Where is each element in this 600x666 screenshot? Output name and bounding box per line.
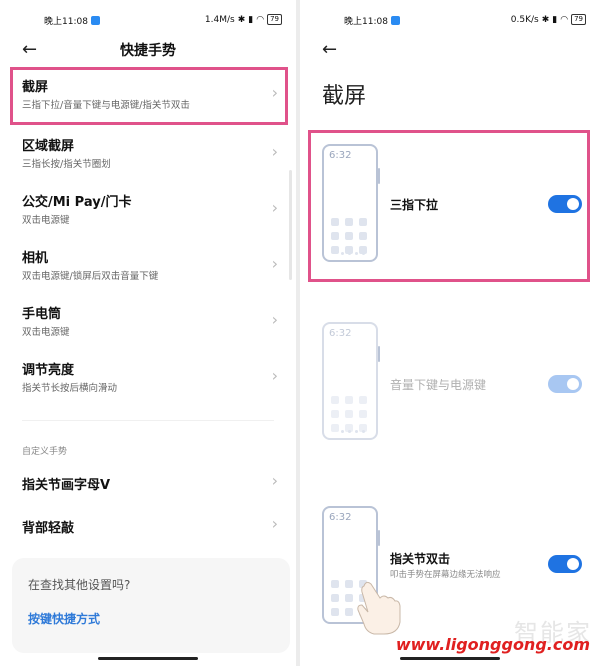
chevron-right-icon: › (271, 514, 278, 533)
brightness-item[interactable]: 调节亮度 指关节长按后横向滑动 › (12, 353, 284, 405)
network-speed: 0.5K/s (510, 14, 539, 25)
status-time: 晚上11:08 (44, 17, 88, 27)
item-title: 相机 (22, 251, 49, 266)
battery-icon: 79 (571, 14, 586, 25)
wifi-icon: ◠ (256, 14, 265, 25)
transit-card-item[interactable]: 公交/Mi Pay/门卡 双击电源键 › (12, 185, 284, 237)
phone-illustration: 6:32 (322, 322, 380, 440)
signal-icon: ▮ (552, 14, 558, 25)
other-settings-card: 在查找其他设置吗? 按键快捷方式 (12, 558, 290, 653)
knuckle-toggle[interactable] (548, 555, 582, 573)
item-subtitle: 双击电源键/锁屏后双击音量下键 (22, 271, 159, 282)
option-subtitle: 叩击手势在屏幕边缘无法响应 (390, 570, 501, 580)
item-title: 调节亮度 (22, 363, 75, 378)
signal-icon: ▮ (248, 14, 254, 25)
card-question: 在查找其他设置吗? (28, 578, 131, 592)
volume-power-toggle[interactable] (548, 375, 582, 393)
divider (22, 420, 274, 421)
back-tap-item[interactable]: 背部轻敲 › (12, 503, 284, 547)
item-subtitle: 双击电源键 (22, 215, 70, 226)
bluetooth-icon: ✱ (237, 14, 246, 25)
item-title: 背部轻敲 (22, 521, 75, 536)
battery-icon: 79 (267, 14, 282, 25)
button-shortcuts-link[interactable]: 按键快捷方式 (28, 610, 100, 627)
wifi-icon: ◠ (560, 14, 569, 25)
knuckle-v-item[interactable]: 指关节画字母V › (12, 460, 284, 504)
item-subtitle: 三指长按/指关节圈划 (22, 159, 111, 170)
bluetooth-icon: ✱ (541, 14, 550, 25)
option-label: 音量下键与电源键 (390, 378, 487, 392)
network-speed: 1.4M/s (204, 14, 235, 25)
home-indicator (98, 657, 198, 660)
back-arrow-icon[interactable]: ← (322, 40, 337, 60)
gesture-shortcuts-screen: 晚上11:08 1.4M/s ✱ ▮ ◠ 79 ← 快捷手势 截屏 三指下拉/音… (0, 0, 296, 666)
page-title: 截屏 (322, 84, 367, 109)
item-title: 手电筒 (22, 307, 62, 322)
chevron-right-icon: › (271, 198, 278, 217)
app-notification-icon (390, 16, 400, 25)
item-title: 公交/Mi Pay/门卡 (22, 195, 132, 210)
chevron-right-icon: › (271, 310, 278, 329)
status-bar: 晚上11:08 1.4M/s ✱ ▮ ◠ 79 (0, 12, 296, 28)
flashlight-item[interactable]: 手电筒 双击电源键 › (12, 297, 284, 349)
app-notification-icon (90, 16, 100, 25)
hand-icon (357, 581, 401, 635)
page-title: 快捷手势 (120, 43, 176, 59)
status-bar: 晚上11:08 0.5K/s ✱ ▮ ◠ 79 (300, 12, 600, 28)
chevron-right-icon: › (271, 142, 278, 161)
volume-power-option[interactable]: 6:32 音量下键与电源键 (318, 312, 584, 462)
item-subtitle: 指关节长按后横向滑动 (22, 383, 118, 394)
item-subtitle: 双击电源键 (22, 327, 70, 338)
home-indicator (400, 657, 500, 660)
region-screenshot-item[interactable]: 区域截屏 三指长按/指关节圈划 › (12, 129, 284, 181)
chevron-right-icon: › (271, 366, 278, 385)
watermark-url: www.ligonggong.com (395, 635, 590, 654)
item-title: 区域截屏 (22, 139, 75, 154)
screenshot-settings-screen: 晚上11:08 0.5K/s ✱ ▮ ◠ 79 ← 截屏 6:32 三指下拉 6… (300, 0, 600, 666)
chevron-right-icon: › (271, 254, 278, 273)
highlight-box (10, 67, 288, 125)
scrollbar[interactable] (289, 170, 292, 280)
chevron-right-icon: › (271, 471, 278, 490)
camera-item[interactable]: 相机 双击电源键/锁屏后双击音量下键 › (12, 241, 284, 293)
item-title: 指关节画字母V (22, 478, 111, 493)
option-label: 指关节双击 (390, 552, 451, 566)
highlight-box (308, 130, 590, 282)
section-label: 自定义手势 (22, 447, 68, 457)
status-time: 晚上11:08 (344, 17, 388, 27)
